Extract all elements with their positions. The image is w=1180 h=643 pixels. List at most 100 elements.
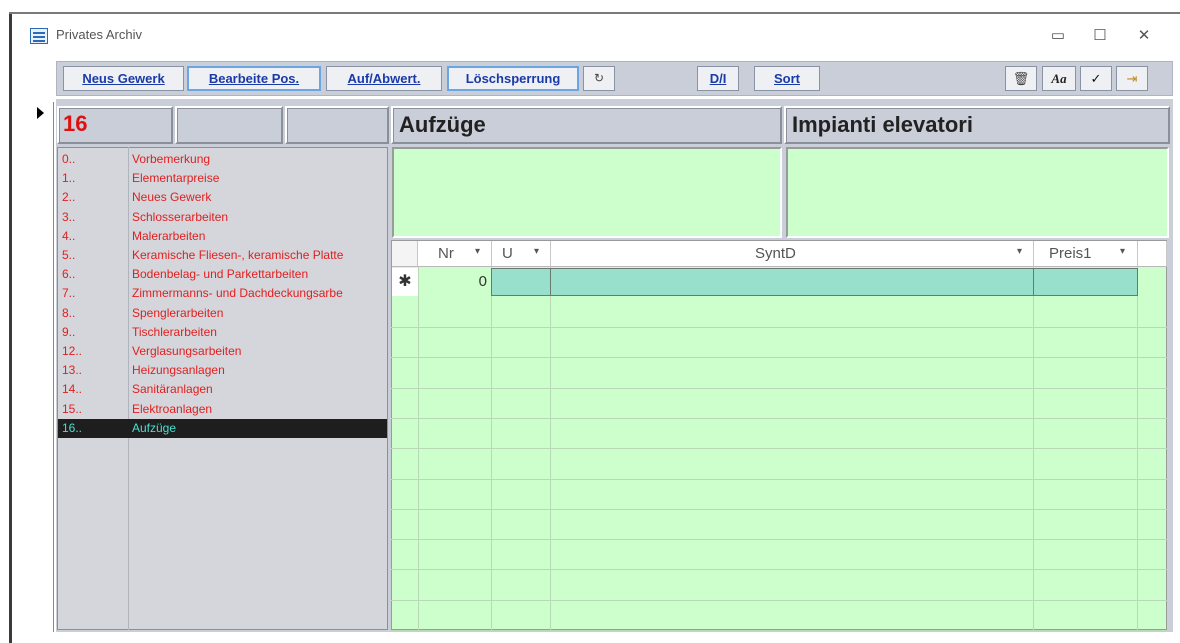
list-item[interactable]: 3.. Schlosserarbeiten [58,208,387,227]
font-button[interactable]: Aa [1042,66,1076,91]
sort-button[interactable]: Sort [754,66,820,91]
list-item-name: Bodenbelag- und Parkettarbeiten [132,267,309,282]
list-item-code: 4.. [62,228,76,243]
list-item-name: Tischlerarbeiten [132,324,217,339]
grid-line [391,539,1167,541]
empty-field[interactable] [175,106,283,144]
list-item-code: 15.. [62,401,83,416]
form-icon [30,28,48,44]
list-item-name: Schlosserarbeiten [132,209,229,224]
list-item-code: 13.. [62,363,83,378]
list-item-code: 8.. [62,305,76,320]
gewerk-code-field[interactable]: 16 [57,106,173,144]
list-item[interactable]: 8.. Spenglerarbeiten [58,304,387,323]
list-item[interactable]: 7.. Zimmermanns- und Dachdeckungsarbe [58,284,387,303]
grid-line [391,327,1167,328]
column-header-preis1[interactable]: Preis1 ▾ [1034,241,1138,267]
list-item-name: Zimmermanns- und Dachdeckungsarbe [132,286,343,301]
grid-line [391,417,1167,419]
description-italian-textarea[interactable] [786,147,1169,238]
dropdown-arrow-icon[interactable]: ▾ [1120,246,1125,257]
description-german-textarea[interactable] [392,147,782,238]
list-item-code: 9.. [62,324,76,339]
exit-door-icon[interactable]: ⇥ [1116,66,1148,91]
d-i-label: D/I [709,71,727,86]
dropdown-arrow-icon[interactable]: ▾ [1017,246,1022,257]
neus-gewerk-button[interactable]: Neus Gewerk [63,66,184,91]
list-item-code: 6.. [62,267,76,282]
list-item-name: Verglasungsarbeiten [132,344,242,358]
column-header-nr[interactable]: Nr ▾ [418,241,492,267]
check-icon[interactable]: ✓ [1080,66,1112,91]
list-item[interactable]: 4.. Malerarbeiten [58,227,387,246]
grid-line [391,448,1167,450]
u-cell[interactable] [491,268,551,296]
dropdown-arrow-icon[interactable]: ▾ [534,246,539,257]
list-item[interactable]: 13.. Heizungsanlagen [58,361,387,380]
close-icon[interactable]: ✕ [1128,22,1160,50]
list-item-name: Sanitäranlagen [132,382,213,397]
auf-abwert-label: Auf/Abwert. [347,71,421,86]
list-item[interactable]: 14.. Sanitäranlagen [58,380,387,399]
grid-line [391,630,1167,631]
record-selector[interactable] [32,102,54,632]
d-i-button[interactable]: D/I [697,66,739,91]
list-item[interactable]: 16.. Aufzüge [58,418,387,438]
select-all-corner[interactable] [392,241,418,267]
column-label: Preis1 [1049,245,1092,262]
list-item-code: 14.. [62,382,83,397]
new-record-marker[interactable]: ✱ [392,268,418,296]
auf-abwert-button[interactable]: Auf/Abwert. [326,66,442,91]
neus-gewerk-label: Neus Gewerk [82,71,165,86]
list-item-code: 7.. [62,286,76,301]
grid-line [391,478,1167,480]
column-header-syntd[interactable]: SyntD ▾ [551,241,1034,267]
list-item-name: Vorbemerkung [132,152,211,166]
preis1-cell[interactable] [1033,268,1138,296]
header-german-field[interactable]: Aufzüge [391,106,782,144]
dropdown-arrow-icon[interactable]: ▾ [475,246,480,257]
list-item[interactable]: 15.. Elektroanlagen [58,400,387,419]
list-item-name: Heizungsanlagen [132,363,225,378]
nr-cell[interactable]: 0 [419,268,491,296]
bearbeite-pos-button[interactable]: Bearbeite Pos. [187,66,321,91]
grid-line [391,599,1167,601]
record-pointer-icon [37,107,44,119]
column-label: U [502,245,513,262]
list-item-name: Aufzüge [132,420,177,435]
list-item-code: 16.. [62,420,83,435]
list-item[interactable]: 2.. Neues Gewerk [58,188,387,207]
grid-line [391,569,1167,571]
list-item-code: 3.. [62,209,76,224]
empty-field[interactable] [285,106,389,144]
list-item[interactable]: 9.. Tischlerarbeiten [58,323,387,342]
list-item[interactable]: 5.. Keramische Fliesen-, keramische Platt… [58,246,387,265]
list-item[interactable]: 12.. Verglasungsarbeiten [58,342,387,361]
column-header-u[interactable]: U ▾ [492,241,551,267]
grid-line [391,387,1167,389]
syntd-cell[interactable] [550,268,1034,296]
minimize-icon[interactable]: ▭ [1042,22,1074,50]
list-item[interactable]: 0.. Vorbemerkung [58,150,387,169]
title-bar [12,14,1180,60]
list-item-name: Malerarbeiten [132,228,206,243]
list-item-code: 2.. [62,190,76,205]
positions-datasheet[interactable] [391,240,1167,630]
list-item-name: Spenglerarbeiten [132,305,224,320]
restore-icon[interactable]: ☐ [1084,22,1116,50]
refresh-icon[interactable]: ↻ [583,66,615,91]
loeschsperrung-button[interactable]: Löschsperrung [447,66,579,91]
list-item-code: 0.. [62,152,76,166]
list-item-name: Elektroanlagen [132,401,213,416]
list-item[interactable]: 6.. Bodenbelag- und Parkettarbeiten [58,265,387,284]
list-item-code: 12.. [62,344,83,358]
bearbeite-pos-label: Bearbeite Pos. [208,71,300,86]
column-label: SyntD [755,245,796,262]
window-border [9,14,12,643]
column-label: Nr [438,245,454,262]
list-item[interactable]: 1.. Elementarpreise [58,169,387,188]
grid-line [391,357,1167,359]
list-item-code: 5.. [62,248,76,262]
trash-icon[interactable]: 🗑 [1005,66,1037,91]
header-italian-field[interactable]: Impianti elevatori [784,106,1170,144]
